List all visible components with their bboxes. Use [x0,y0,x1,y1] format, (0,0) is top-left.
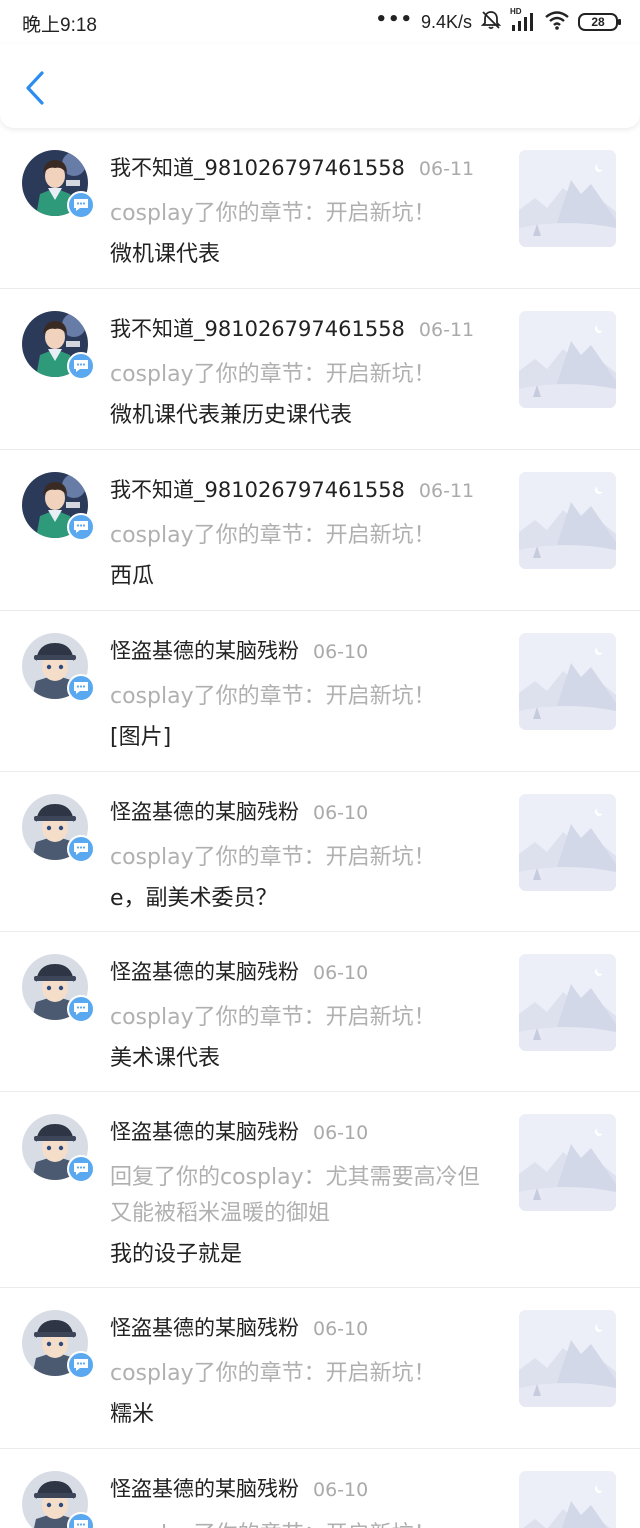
notification-item[interactable]: 怪盗基德的某脑残粉 06-10 cosplay了你的章节：开启新坑！ e，副美术委… [0,772,640,932]
message-text: [图片] [110,725,172,750]
message-text: 微机课代表 [110,242,221,267]
notification-item[interactable]: 怪盗基德的某脑残粉 06-10 回复了你的cosplay：尤其需要高冷但又能被稻米… [0,1092,640,1288]
timestamp: 06-11 [418,158,475,180]
action-text: cosplay了你的章节：开启新坑！ [110,1361,436,1386]
chevron-left-icon [24,70,46,110]
notification-item[interactable]: 怪盗基德的某脑残粉 06-10 cosplay了你的章节：开启新坑！ [0,1449,640,1528]
notification-list: 我不知道_981026797461558 06-11 cosplay了你的章节：开… [0,128,640,1528]
user-name[interactable]: 我不知道_981026797461558 [110,317,405,341]
user-name[interactable]: 我不知道_981026797461558 [110,478,405,502]
comment-badge-icon [67,191,95,219]
user-name[interactable]: 怪盗基德的某脑残粉 [110,1316,299,1340]
message-text: 我的设子就是 [110,1242,243,1267]
action-text: cosplay了你的章节：开启新坑！ [110,201,436,226]
notification-content: 怪盗基德的某脑残粉 06-10 cosplay了你的章节：开启新坑！ e，副美术委… [110,798,500,914]
notification-item[interactable]: 怪盗基德的某脑残粉 06-10 cosplay了你的章节：开启新坑！ [图片] [0,611,640,772]
notification-item[interactable]: 我不知道_981026797461558 06-11 cosplay了你的章节：开… [0,289,640,450]
name-line: 怪盗基德的某脑残粉 06-10 [110,958,500,987]
chapter-thumbnail[interactable] [519,633,616,730]
chapter-thumbnail[interactable] [519,472,616,569]
action-text: cosplay了你的章节：开启新坑！ [110,1005,436,1030]
message-text: 美术课代表 [110,1046,221,1071]
name-line: 我不知道_981026797461558 06-11 [110,154,500,183]
chapter-thumbnail[interactable] [519,1471,616,1528]
comment-badge-icon [67,1351,95,1379]
notification-content: 我不知道_981026797461558 06-11 cosplay了你的章节：开… [110,476,500,592]
signal-icon: HD [510,7,536,33]
timestamp: 06-10 [313,962,369,984]
chapter-thumbnail[interactable] [519,1310,616,1407]
comment-badge-icon [67,674,95,702]
notification-item[interactable]: 我不知道_981026797461558 06-11 cosplay了你的章节：开… [0,450,640,611]
comment-badge-icon [67,995,95,1023]
timestamp: 06-11 [418,480,475,502]
wifi-icon [544,9,570,35]
network-badge: HD [510,7,522,16]
status-time: 晚上9:18 [22,15,97,36]
name-line: 我不知道_981026797461558 06-11 [110,476,500,505]
name-line: 怪盗基德的某脑残粉 06-10 [110,1475,500,1504]
action-text: cosplay了你的章节：开启新坑！ [110,684,436,709]
message-text: 微机课代表兼历史课代表 [110,403,353,428]
name-line: 怪盗基德的某脑残粉 06-10 [110,637,500,666]
comment-badge-icon [67,1512,95,1528]
action-text: cosplay了你的章节：开启新坑！ [110,1517,500,1528]
name-line: 怪盗基德的某脑残粉 06-10 [110,798,500,827]
message-text: e，副美术委员？ [110,886,278,911]
back-button[interactable] [18,70,52,110]
user-name[interactable]: 怪盗基德的某脑残粉 [110,1477,299,1501]
name-line: 怪盗基德的某脑残粉 06-10 [110,1314,500,1343]
notification-content: 怪盗基德的某脑残粉 06-10 cosplay了你的章节：开启新坑！ [110,1475,500,1528]
comment-badge-icon [67,1155,95,1183]
action-text: 回复了你的cosplay：尤其需要高冷但又能被稻米温暖的御姐 [110,1165,480,1226]
notification-content: 我不知道_981026797461558 06-11 cosplay了你的章节：开… [110,154,500,270]
action-text: cosplay了你的章节：开启新坑！ [110,362,436,387]
comment-badge-icon [67,352,95,380]
notification-item[interactable]: 我不知道_981026797461558 06-11 cosplay了你的章节：开… [0,128,640,289]
name-line: 怪盗基德的某脑残粉 06-10 [110,1118,500,1147]
user-name[interactable]: 我不知道_981026797461558 [110,156,405,180]
notification-item[interactable]: 怪盗基德的某脑残粉 06-10 cosplay了你的章节：开启新坑！ 美术课代表 [0,932,640,1092]
action-text: cosplay了你的章节：开启新坑！ [110,523,436,548]
status-icons: ••• 9.4K/s HD 28 [375,7,621,36]
user-name[interactable]: 怪盗基德的某脑残粉 [110,960,299,984]
notification-content: 怪盗基德的某脑残粉 06-10 cosplay了你的章节：开启新坑！ 美术课代表 [110,958,500,1074]
chapter-thumbnail[interactable] [519,954,616,1051]
notification-content: 怪盗基德的某脑残粉 06-10 cosplay了你的章节：开启新坑！ 糯米 [110,1314,500,1430]
comment-badge-icon [67,513,95,541]
timestamp: 06-10 [313,1122,369,1144]
chapter-thumbnail[interactable] [519,311,616,408]
message-text: 糯米 [110,1402,155,1427]
chapter-thumbnail[interactable] [519,1114,616,1211]
notification-content: 怪盗基德的某脑残粉 06-10 回复了你的cosplay：尤其需要高冷但又能被稻米… [110,1118,500,1270]
network-speed: 9.4K/s [420,11,472,32]
chapter-thumbnail[interactable] [519,794,616,891]
timestamp: 06-10 [313,1318,369,1340]
notification-content: 我不知道_981026797461558 06-11 cosplay了你的章节：开… [110,315,500,431]
timestamp: 06-11 [418,319,475,341]
timestamp: 06-10 [313,802,369,824]
timestamp: 06-10 [313,1479,369,1501]
name-line: 我不知道_981026797461558 06-11 [110,315,500,344]
notification-item[interactable]: 怪盗基德的某脑残粉 06-10 cosplay了你的章节：开启新坑！ 糯米 [0,1288,640,1449]
chapter-thumbnail[interactable] [519,150,616,247]
nav-bar [0,44,640,128]
comment-badge-icon [67,835,95,863]
message-text: 西瓜 [110,564,155,589]
action-text: cosplay了你的章节：开启新坑！ [110,845,436,870]
status-dots: ••• [375,8,413,30]
bell-muted-icon [480,9,502,35]
timestamp: 06-10 [313,641,369,663]
battery-icon: 28 [578,13,621,31]
user-name[interactable]: 怪盗基德的某脑残粉 [110,1120,299,1144]
status-bar: 晚上9:18 ••• 9.4K/s HD 28 [0,0,640,44]
notification-content: 怪盗基德的某脑残粉 06-10 cosplay了你的章节：开启新坑！ [图片] [110,637,500,753]
user-name[interactable]: 怪盗基德的某脑残粉 [110,800,299,824]
user-name[interactable]: 怪盗基德的某脑残粉 [110,639,299,663]
